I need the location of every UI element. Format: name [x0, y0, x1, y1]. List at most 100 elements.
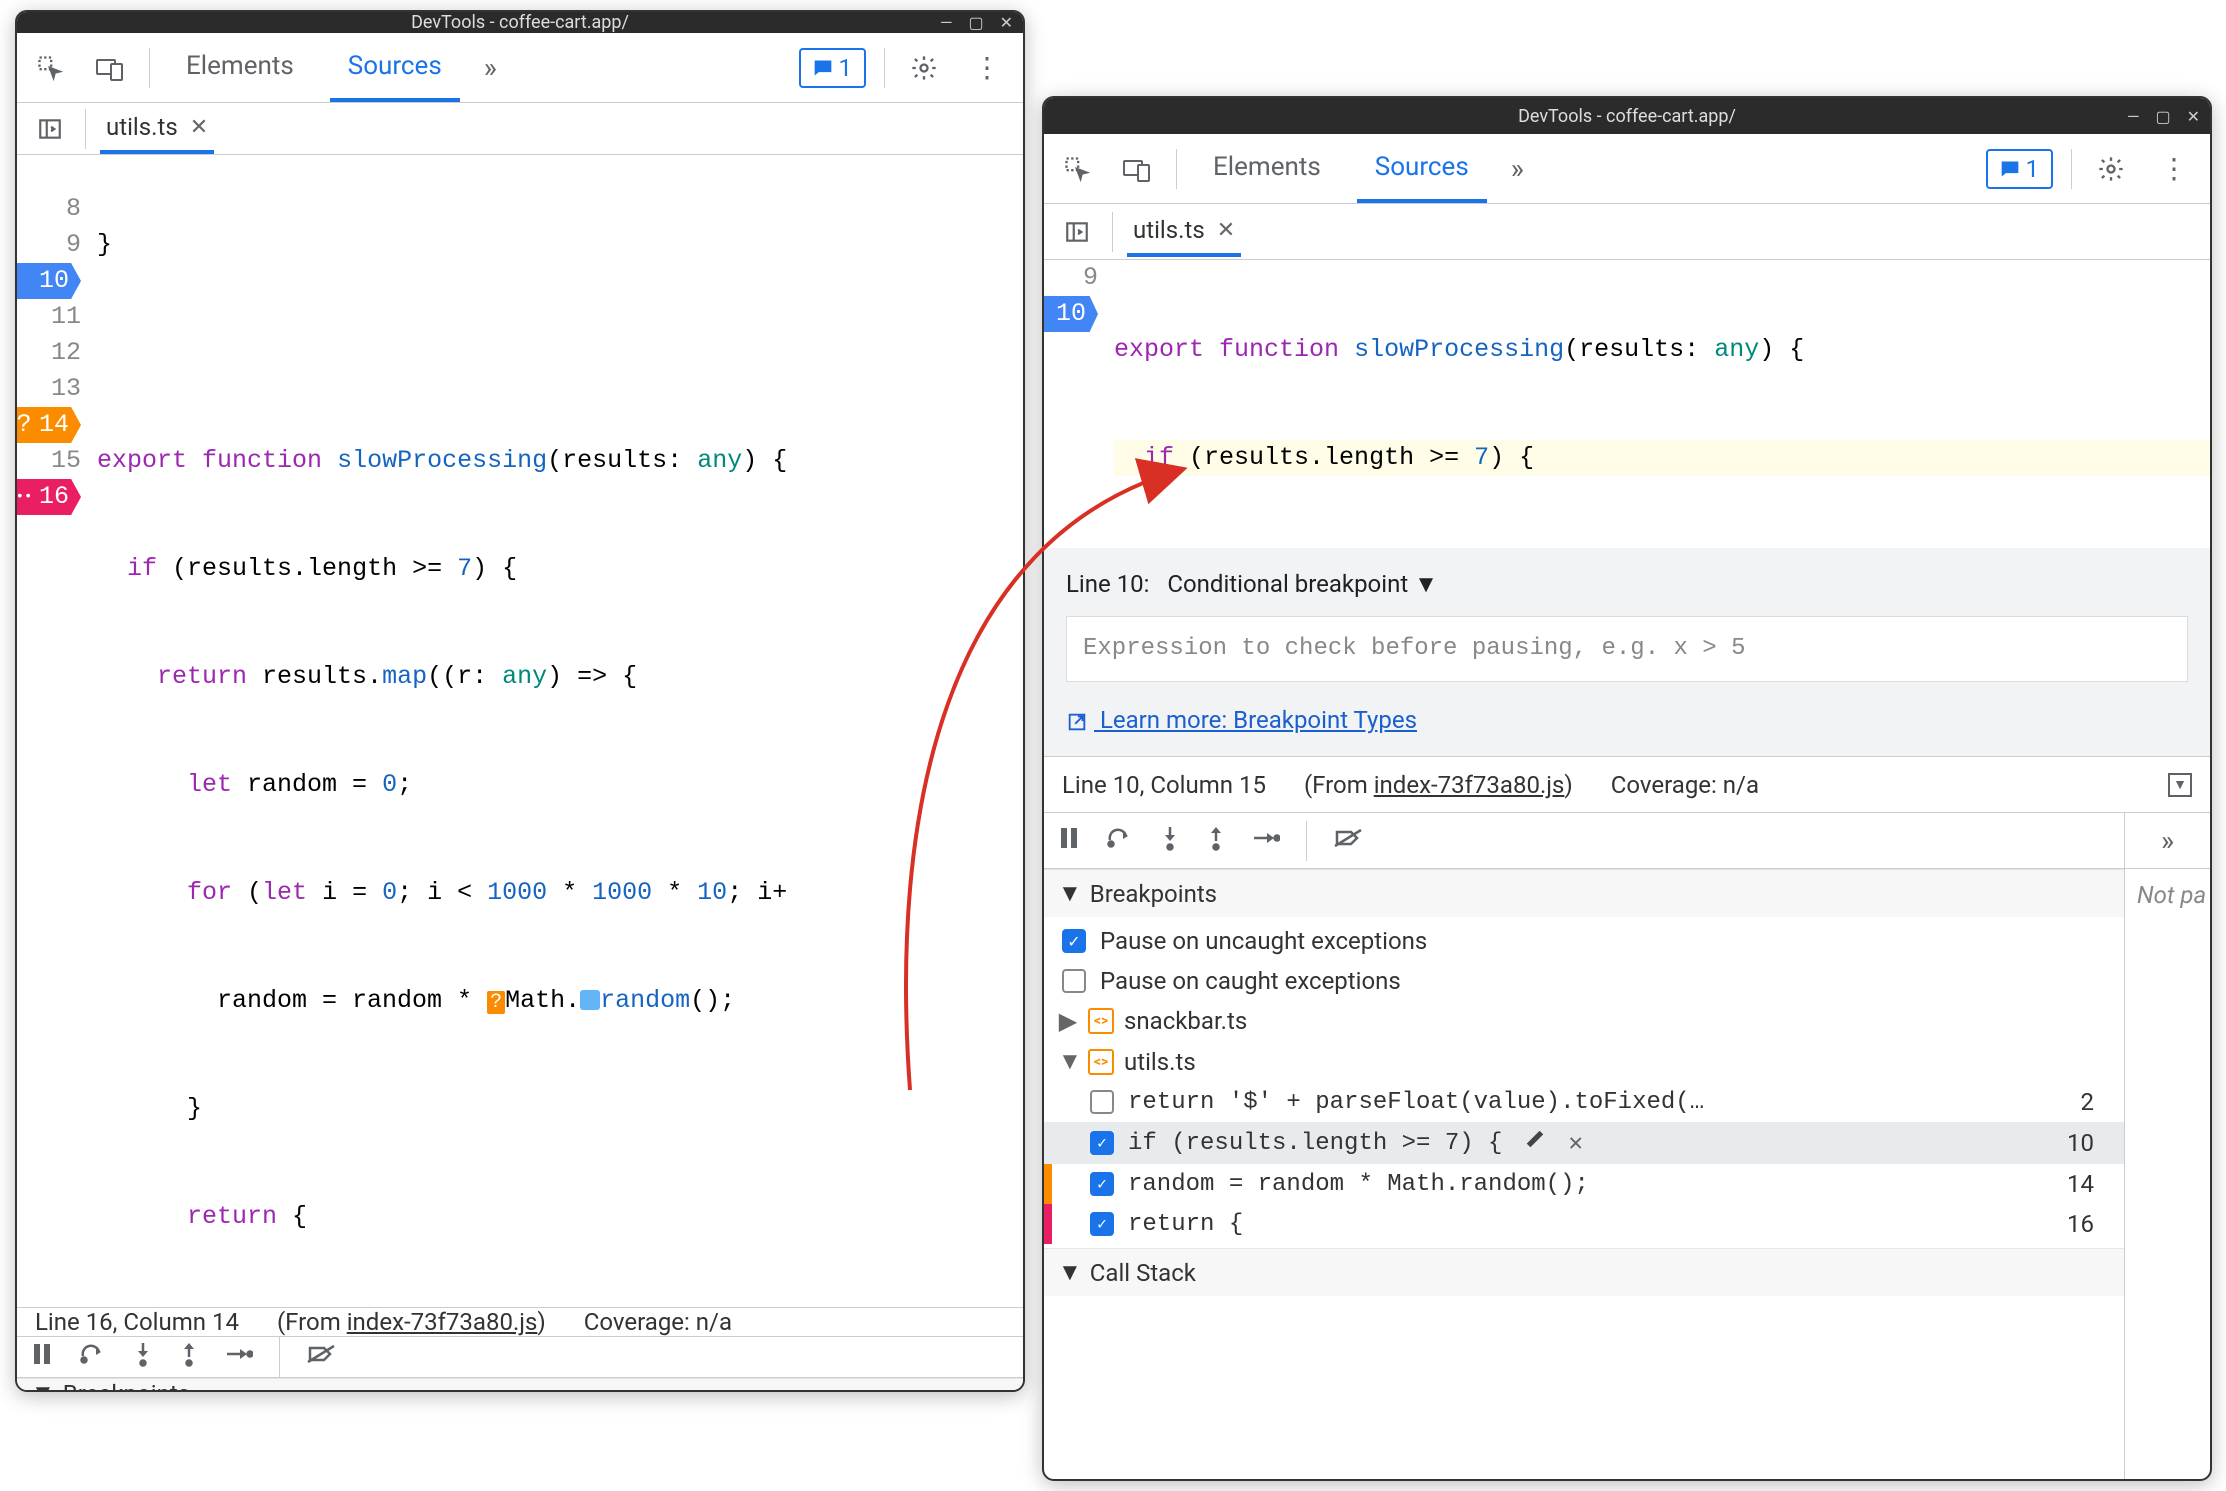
issues-badge[interactable]: 1 [1986, 149, 2054, 189]
learn-more-link[interactable]: Learn more: Breakpoint Types [1066, 702, 2188, 738]
device-toggle-icon[interactable] [1116, 148, 1158, 190]
maximize-button[interactable]: ▢ [968, 13, 983, 32]
breakpoint-item[interactable]: ✓ random = random * Math.random(); 14 [1044, 1164, 2124, 1204]
not-paused-label: Not pa [2125, 869, 2210, 909]
file-tabbar: utils.ts ✕ [17, 103, 1023, 155]
source-info: (From index-73f73a80.js) [277, 1308, 546, 1336]
edit-breakpoint-icon[interactable] [1524, 1128, 1546, 1158]
close-icon[interactable]: ✕ [1217, 218, 1235, 243]
file-tab-utils[interactable]: utils.ts ✕ [100, 103, 214, 154]
window-title: DevTools - coffee-cart.app/ [411, 12, 629, 33]
separator [884, 48, 885, 88]
breakpoints-section-header[interactable]: ▼ Breakpoints [17, 1378, 1023, 1392]
kebab-menu-icon[interactable]: ⋮ [2150, 152, 2198, 185]
checkbox-icon[interactable] [1062, 969, 1086, 993]
maximize-button[interactable]: ▢ [2155, 107, 2170, 126]
cursor-position: Line 16, Column 14 [35, 1308, 239, 1336]
navigator-toggle-icon[interactable] [29, 108, 71, 150]
section-title: Call Stack [1090, 1259, 1196, 1287]
tab-elements[interactable]: Elements [1195, 134, 1339, 203]
code-content: export function slowProcessing(results: … [1114, 260, 2210, 548]
tab-sources[interactable]: Sources [1357, 134, 1487, 203]
condition-input[interactable]: Expression to check before pausing, e.g.… [1066, 616, 2188, 682]
separator [85, 109, 86, 149]
pause-caught-row[interactable]: Pause on caught exceptions [1044, 961, 2124, 1001]
step-over-icon[interactable] [79, 1342, 107, 1372]
device-toggle-icon[interactable] [89, 47, 131, 89]
window-controls: — ▢ ✕ [2127, 107, 2200, 126]
issues-count: 1 [2026, 155, 2040, 183]
source-link[interactable]: index-73f73a80.js [1374, 771, 1565, 799]
file-tab-utils[interactable]: utils.ts ✕ [1127, 206, 1241, 257]
step-into-icon[interactable] [1160, 825, 1180, 857]
breakpoint-file-utils[interactable]: ▼ <> utils.ts [1044, 1041, 2124, 1082]
devtools-window-right: DevTools - coffee-cart.app/ — ▢ ✕ Elemen… [1042, 96, 2212, 1481]
collapse-panel-icon[interactable]: ▼ [2168, 773, 2192, 797]
breakpoint-marker-conditional[interactable]: ?14 [15, 407, 81, 443]
remove-breakpoint-icon[interactable]: ✕ [1568, 1128, 1582, 1158]
checkbox-checked-icon[interactable]: ✓ [1090, 1212, 1114, 1236]
close-button[interactable]: ✕ [1000, 13, 1013, 32]
minimize-button[interactable]: — [2127, 107, 2140, 126]
deactivate-breakpoints-icon[interactable] [306, 1342, 336, 1372]
kebab-menu-icon[interactable]: ⋮ [963, 51, 1011, 84]
issues-badge[interactable]: 1 [799, 48, 867, 88]
step-into-icon[interactable] [133, 1341, 153, 1373]
separator [1306, 821, 1307, 861]
breakpoints-section-header[interactable]: ▼ Breakpoints [1044, 869, 2124, 917]
breakpoint-marker[interactable]: 10 [15, 263, 81, 299]
window-controls: — ▢ ✕ [940, 13, 1013, 32]
line-number: 9 [17, 227, 81, 263]
breakpoint-item[interactable]: return '$' + parseFloat(value).toFixed(…… [1044, 1082, 2124, 1122]
step-icon[interactable] [1252, 828, 1280, 854]
breakpoint-item[interactable]: ✓ return { 16 [1044, 1204, 2124, 1244]
deactivate-breakpoints-icon[interactable] [1333, 826, 1363, 856]
breakpoint-marker-logpoint[interactable]: ••16 [15, 479, 81, 515]
debugger-toolbar [17, 1337, 1023, 1378]
pause-icon[interactable] [1058, 826, 1080, 856]
source-link[interactable]: index-73f73a80.js [347, 1308, 538, 1336]
inspect-icon[interactable] [29, 47, 71, 89]
breakpoint-item[interactable]: ✓ if (results.length >= 7) { ✕ 10 [1044, 1122, 2124, 1164]
cursor-position: Line 10, Column 15 [1062, 771, 1266, 799]
checkbox-checked-icon[interactable]: ✓ [1090, 1172, 1114, 1196]
breakpoint-marker[interactable]: 10 [1042, 296, 1098, 332]
checkbox-checked-icon[interactable]: ✓ [1062, 929, 1086, 953]
tab-elements[interactable]: Elements [168, 33, 312, 102]
file-tab-label: utils.ts [106, 113, 178, 141]
settings-icon[interactable] [2090, 148, 2132, 190]
collapse-icon: ▼ [1058, 879, 1082, 908]
pause-uncaught-row[interactable]: ✓ Pause on uncaught exceptions [1044, 921, 2124, 961]
close-button[interactable]: ✕ [2187, 107, 2200, 126]
more-tabs-icon[interactable]: » [478, 51, 503, 84]
navigator-toggle-icon[interactable] [1056, 211, 1098, 253]
line-number: 11 [17, 299, 81, 335]
editor-statusbar: Line 16, Column 14 (From index-73f73a80.… [17, 1308, 1023, 1337]
code-editor[interactable]: 8 9 10 11 12 13 ?14 15 ••16 } export fun… [17, 155, 1023, 1308]
checkbox-icon[interactable] [1090, 1090, 1114, 1114]
line-gutter: 9 10 [1044, 260, 1114, 548]
coverage-info: Coverage: n/a [1611, 771, 1759, 799]
inspect-icon[interactable] [1056, 148, 1098, 190]
breakpoint-file-snackbar[interactable]: ▶ <> snackbar.ts [1044, 1001, 2124, 1041]
code-editor[interactable]: 9 10 export function slowProcessing(resu… [1044, 260, 2210, 757]
step-icon[interactable] [225, 1344, 253, 1370]
popup-line-label: Line 10: [1066, 570, 1149, 598]
separator [2071, 149, 2072, 189]
breakpoint-type-select[interactable]: Conditional breakpoint ▼ [1167, 570, 1438, 598]
window-titlebar: DevTools - coffee-cart.app/ — ▢ ✕ [1044, 98, 2210, 134]
step-out-icon[interactable] [1206, 825, 1226, 857]
ts-file-icon: <> [1088, 1049, 1114, 1075]
close-icon[interactable]: ✕ [190, 115, 208, 140]
more-tabs-icon[interactable]: » [1505, 152, 1530, 185]
settings-icon[interactable] [903, 47, 945, 89]
line-number: 12 [17, 335, 81, 371]
checkbox-checked-icon[interactable]: ✓ [1090, 1131, 1114, 1155]
step-over-icon[interactable] [1106, 826, 1134, 856]
step-out-icon[interactable] [179, 1341, 199, 1373]
minimize-button[interactable]: — [940, 13, 953, 32]
call-stack-section-header[interactable]: ▼ Call Stack [1044, 1248, 2124, 1296]
sidebar-more-icon[interactable]: » [2125, 813, 2210, 869]
pause-icon[interactable] [31, 1342, 53, 1372]
tab-sources[interactable]: Sources [330, 33, 460, 102]
